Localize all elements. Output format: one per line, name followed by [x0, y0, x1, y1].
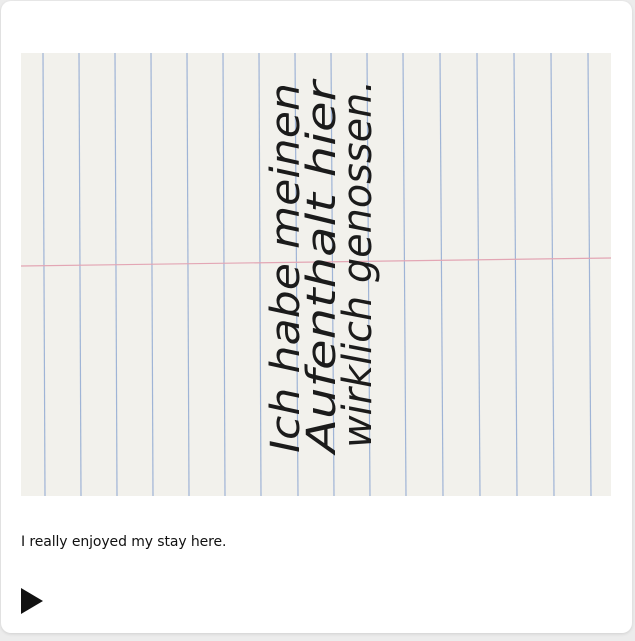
transcription-caption: I really enjoyed my stay here.	[21, 534, 227, 550]
handwriting-line-3: wirklich genossen.	[335, 80, 381, 448]
result-card: Ich habe meinen Aufenthalt hier wirklich…	[1, 1, 632, 633]
handwriting-photo: Ich habe meinen Aufenthalt hier wirklich…	[21, 53, 611, 496]
play-icon	[21, 588, 43, 614]
notebook-paper: Ich habe meinen Aufenthalt hier wirklich…	[21, 53, 611, 496]
play-button[interactable]	[19, 587, 45, 615]
